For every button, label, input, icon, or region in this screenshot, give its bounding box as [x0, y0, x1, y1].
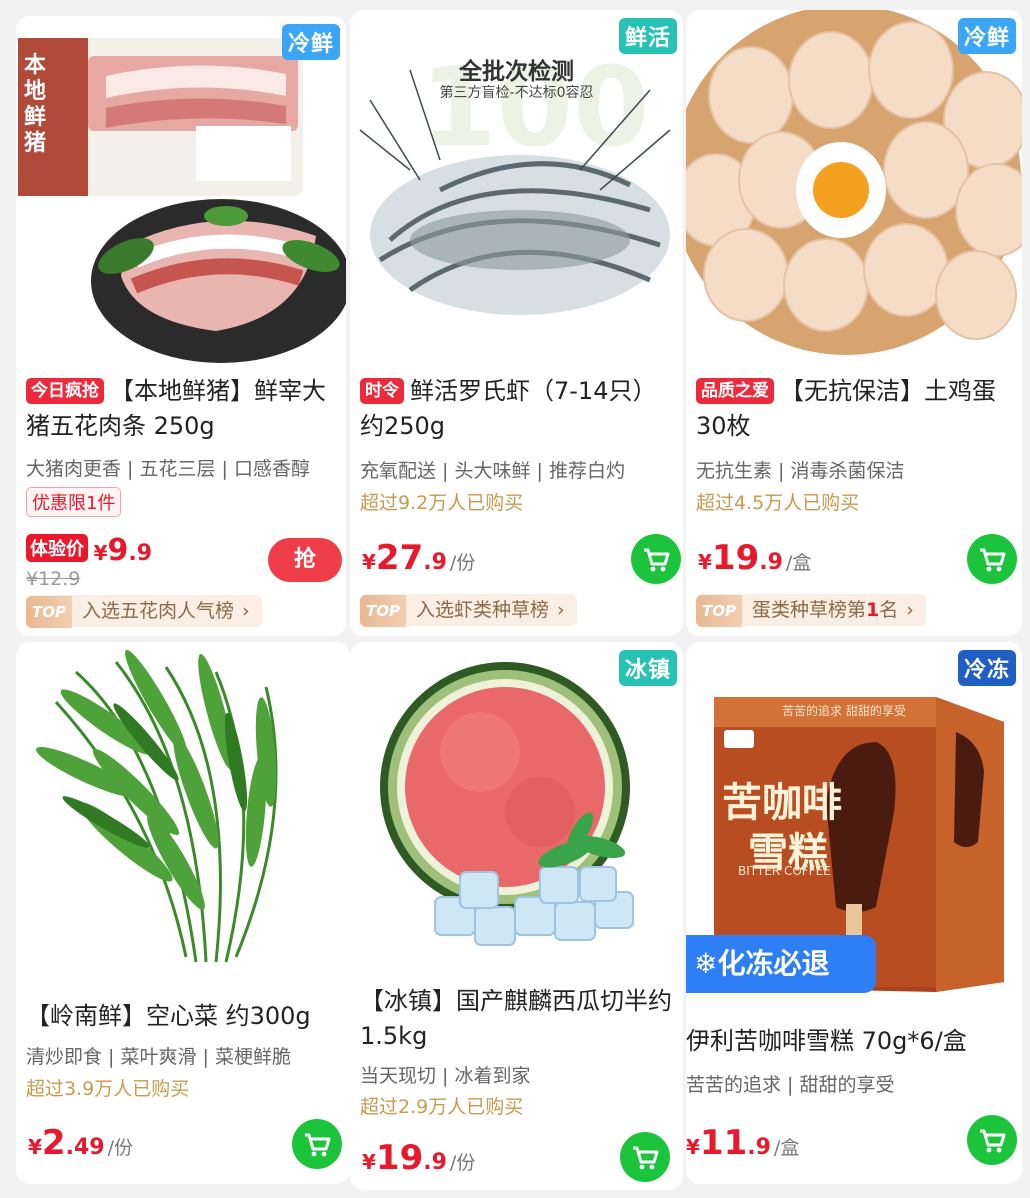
storage-tag: 冷冻 [957, 650, 1016, 686]
storage-tag: 冷鲜 [957, 18, 1016, 54]
product-title[interactable]: 伊利苦咖啡雪糕 70g*6/盒 [686, 1024, 1014, 1059]
product-image[interactable] [686, 10, 1022, 365]
promo-badge: 今日疯抢 [26, 378, 104, 404]
product-image[interactable]: 苦苦的追求 甜甜的享受 苦咖啡 雪糕 BITTER COFFEE ❄化冻必退 [686, 642, 1022, 997]
product-card[interactable]: 冰镇 【冰镇】国产麒麟西瓜切半约1.5kg 当天现切 | 冰着到家 超过2.9万… [350, 642, 683, 1190]
product-image[interactable] [350, 642, 683, 972]
price: ¥11.9/盒 [686, 1123, 800, 1163]
product-card[interactable]: 100 全批次检测 第三方盲检-不达标0容忍 鲜活 时令 鲜活罗氏虾（7-14只）… [350, 10, 683, 636]
price: ¥19.9/份 [362, 1138, 476, 1178]
product-subtitle: 大猪肉更香 | 五花三层 | 口感香醇 [26, 458, 310, 480]
product-image[interactable] [16, 642, 350, 977]
cart-icon [633, 1146, 659, 1170]
sold-count: 超过9.2万人已购买 [360, 492, 524, 514]
storage-tag: 鲜活 [618, 18, 677, 54]
product-image[interactable]: 100 全批次检测 第三方盲检-不达标0容忍 [350, 10, 683, 365]
box-top-text: 苦苦的追求 甜甜的享受 [782, 704, 906, 718]
product-subtitle: 当天现切 | 冰着到家 [360, 1065, 531, 1087]
storage-tag: 冷鲜 [281, 24, 340, 60]
product-title[interactable]: 时令 鲜活罗氏虾（7-14只） 约250g [360, 374, 675, 444]
product-title[interactable]: 今日疯抢 【本地鲜猪】鲜宰大猪五花肉条 250g [26, 374, 338, 444]
rank-link[interactable]: TOP 入选五花肉人气榜 › [26, 595, 262, 628]
sold-count: 超过2.9万人已购买 [360, 1096, 524, 1118]
product-subtitle: 清炒即食 | 菜叶爽滑 | 菜梗鲜脆 [26, 1046, 291, 1068]
add-to-cart-button[interactable] [292, 1119, 342, 1169]
original-price: ¥12.9 [26, 568, 81, 590]
image-subline: 第三方盲检-不达标0容忍 [439, 85, 594, 101]
product-subtitle: 苦苦的追求 | 甜甜的享受 [686, 1074, 895, 1096]
package-label: 本地鲜猪 [24, 52, 47, 156]
product-card[interactable]: 本地鲜猪 冷鲜 今日疯抢 【本地鲜猪】鲜宰大猪五花肉条 250g 大猪肉更香 | … [16, 16, 346, 636]
price: ¥2.49/份 [28, 1123, 133, 1163]
product-subtitle: 无抗生素 | 消毒杀菌保洁 [696, 460, 905, 482]
chevron-right-icon: › [557, 599, 565, 621]
sold-count: 超过4.5万人已购买 [696, 492, 860, 514]
product-card[interactable]: 【岭南鲜】空心菜 约300g 清炒即食 | 菜叶爽滑 | 菜梗鲜脆 超过3.9万… [16, 642, 350, 1184]
image-headline: 全批次检测 [459, 59, 574, 85]
product-card[interactable]: 冷鲜 品质之爱 【无抗保洁】土鸡蛋 30枚 无抗生素 | 消毒杀菌保洁 超过4.5… [686, 10, 1022, 636]
thaw-refund-banner: ❄化冻必退 [686, 935, 876, 993]
cart-icon [305, 1133, 331, 1157]
limit-tag: 优惠限1件 [26, 487, 122, 517]
promo-badge: 品质之爱 [696, 378, 774, 404]
price-row: 体验价 ¥9.9 [26, 533, 152, 568]
product-subtitle: 充氧配送 | 头大味鲜 | 推荐白灼 [360, 460, 625, 482]
box-english: BITTER COFFEE [738, 864, 831, 878]
chevron-right-icon: › [906, 599, 914, 621]
sold-count: 超过3.9万人已购买 [26, 1078, 190, 1100]
add-to-cart-button[interactable] [620, 1132, 670, 1182]
product-title[interactable]: 品质之爱 【无抗保洁】土鸡蛋 30枚 [696, 374, 1014, 444]
cart-icon [980, 1129, 1006, 1153]
add-to-cart-button[interactable] [967, 1115, 1017, 1165]
add-to-cart-button[interactable] [967, 534, 1017, 584]
product-card[interactable]: 苦苦的追求 甜甜的享受 苦咖啡 雪糕 BITTER COFFEE ❄化冻必退 冷… [686, 642, 1022, 1184]
cart-icon [644, 548, 670, 572]
rank-link[interactable]: TOP 入选虾类种草榜 › [360, 594, 577, 627]
promo-badge: 时令 [360, 378, 404, 404]
product-title[interactable]: 【岭南鲜】空心菜 约300g [26, 999, 342, 1034]
add-to-cart-button[interactable] [631, 534, 681, 584]
rank-link[interactable]: TOP 蛋类种草榜第1名 › [696, 594, 926, 627]
chevron-right-icon: › [242, 600, 250, 622]
snowflake-icon: ❄ [694, 947, 718, 980]
product-title[interactable]: 【冰镇】国产麒麟西瓜切半约1.5kg [360, 984, 675, 1054]
cart-icon [980, 548, 1006, 572]
storage-tag: 冰镇 [618, 650, 677, 686]
price-label: 体验价 [26, 534, 88, 562]
price-int: 9 [107, 533, 129, 568]
price: ¥19.9/盒 [698, 538, 812, 578]
price: ¥27.9/份 [362, 538, 476, 578]
product-image[interactable]: 本地鲜猪 [16, 16, 346, 371]
rush-buy-button[interactable]: 抢 [268, 538, 342, 582]
